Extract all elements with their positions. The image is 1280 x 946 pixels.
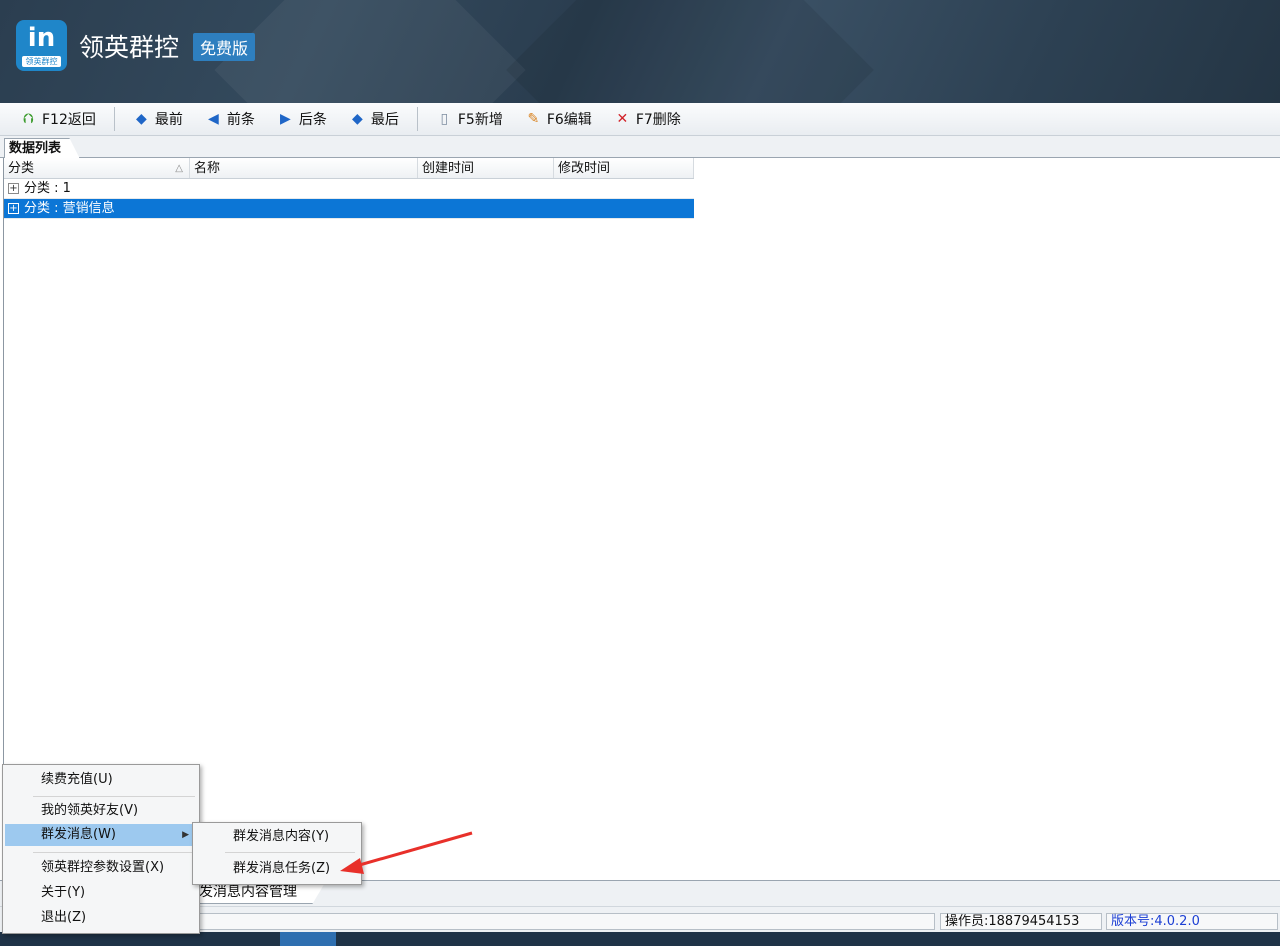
delete-label: F7删除 [635, 112, 681, 128]
menu-item-mass-message[interactable]: 群发消息(W) ▶ [5, 824, 197, 846]
delete-button[interactable]: ✕ F7删除 [608, 107, 687, 131]
logo-subtext: 领英群控 [22, 56, 61, 67]
tray-context-menu: 续费充值(U) 我的领英好友(V) 群发消息(W) ▶ 领英群控参数设置(X) … [2, 764, 200, 934]
group-label: 分类 : 营销信息 [24, 201, 115, 216]
edition-badge: 免费版 [193, 33, 256, 61]
app-header: in 领英群控 领英群控 免费版 [0, 0, 1280, 103]
group-label: 分类 : 1 [24, 181, 71, 196]
menu-item-settings[interactable]: 领英群控参数设置(X) [5, 857, 197, 879]
edit-button[interactable]: ✎ F6编辑 [519, 107, 598, 131]
toolbar-separator [416, 107, 418, 131]
data-grid: 分类 △ 名称 创建时间 修改时间 + 分类 : 1 + 分类 : 营销信息 [4, 158, 694, 219]
header-decoration [214, 0, 526, 103]
toolbar-separator [113, 107, 115, 131]
menu-separator [33, 796, 195, 797]
pencil-icon: ✎ [527, 110, 540, 127]
sort-ascending-icon: △ [175, 163, 183, 174]
menu-item-renew[interactable]: 续费充值(U) [5, 769, 197, 791]
edit-label: F6编辑 [546, 112, 592, 128]
back-label: F12返回 [42, 112, 96, 128]
last-record-button[interactable]: ◆ 最后 [343, 107, 405, 131]
group-row-selected[interactable]: + 分类 : 营销信息 [4, 199, 694, 219]
arrow-right-icon: ▶ [279, 110, 291, 127]
double-arrow-left-icon: ◆ [135, 110, 147, 127]
mass-message-submenu: 群发消息内容(Y) 群发消息任务(Z) [192, 822, 362, 885]
double-arrow-right-icon: ◆ [351, 110, 363, 127]
column-header-category[interactable]: 分类 △ [4, 158, 190, 178]
expand-icon[interactable]: + [8, 183, 19, 194]
header-decoration [506, 0, 874, 103]
new-document-icon: ▯ [440, 110, 449, 127]
taskbar [0, 932, 1280, 946]
column-header-name[interactable]: 名称 [190, 158, 418, 178]
tab-data-list[interactable]: 数据列表 [4, 138, 81, 159]
status-message-panel [180, 913, 935, 930]
new-label: F5新增 [457, 112, 503, 128]
column-header-created[interactable]: 创建时间 [418, 158, 554, 178]
back-button[interactable]: ⮉ F12返回 [14, 107, 102, 131]
operator-status: 操作员:18879454153 [940, 913, 1102, 930]
return-icon: ⮉ [23, 110, 34, 127]
menu-item-my-friends[interactable]: 我的领英好友(V) [5, 800, 197, 822]
logo-text: in [27, 23, 56, 53]
app-logo: in 领英群控 [16, 20, 67, 71]
menu-item-about[interactable]: 关于(Y) [5, 882, 197, 904]
column-header-label: 分类 [8, 161, 35, 176]
new-button[interactable]: ▯ F5新增 [430, 107, 509, 131]
menu-separator [225, 852, 355, 853]
last-label: 最后 [370, 112, 399, 128]
menu-item-message-task[interactable]: 群发消息任务(Z) [195, 858, 359, 880]
prev-record-button[interactable]: ◀ 前条 [199, 107, 261, 131]
grid-header: 分类 △ 名称 创建时间 修改时间 [4, 158, 694, 179]
prev-label: 前条 [226, 112, 255, 128]
menu-item-label: 群发消息(W) [41, 827, 116, 842]
app-title: 领英群控 [79, 33, 180, 62]
group-row[interactable]: + 分类 : 1 [4, 179, 694, 199]
version-status: 版本号:4.0.2.0 [1106, 913, 1278, 930]
next-label: 后条 [298, 112, 327, 128]
column-header-modified[interactable]: 修改时间 [554, 158, 694, 178]
expand-icon[interactable]: + [8, 203, 19, 214]
menu-item-exit[interactable]: 退出(Z) [5, 907, 197, 929]
menu-separator [33, 852, 195, 853]
taskbar-active-item[interactable] [280, 932, 336, 946]
first-record-button[interactable]: ◆ 最前 [127, 107, 189, 131]
arrow-left-icon: ◀ [207, 110, 219, 127]
delete-x-icon: ✕ [616, 110, 629, 127]
submenu-arrow-icon: ▶ [182, 830, 189, 840]
next-record-button[interactable]: ▶ 后条 [271, 107, 333, 131]
first-label: 最前 [154, 112, 183, 128]
tab-strip: 数据列表 [0, 136, 1280, 159]
menu-item-message-content[interactable]: 群发消息内容(Y) [195, 826, 359, 848]
toolbar: ⮉ F12返回 ◆ 最前 ◀ 前条 ▶ 后条 ◆ 最后 ▯ F5新增 ✎ F6编… [0, 103, 1280, 136]
